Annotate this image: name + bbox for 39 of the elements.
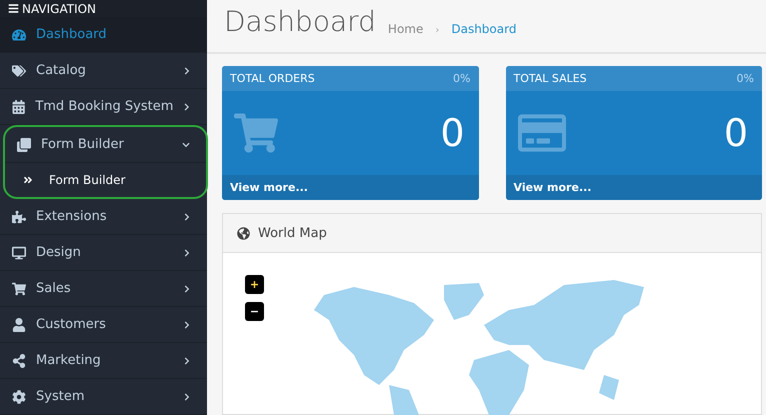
tile-value: 0	[724, 111, 748, 155]
tile-percent: 0%	[453, 72, 470, 85]
sidebar-item[interactable]: Marketing	[0, 343, 207, 379]
menu-icon[interactable]	[8, 3, 19, 14]
sidebar-item[interactable]: Catalog	[0, 53, 207, 89]
tile-title: TOTAL ORDERS	[230, 72, 315, 85]
copy-icon	[17, 138, 31, 152]
user-icon	[12, 318, 26, 332]
sidebar-item[interactable]: Extensions	[0, 199, 207, 235]
sidebar-item[interactable]: Dashboard	[0, 17, 207, 53]
sidebar-item[interactable]: Sales	[0, 271, 207, 307]
globe-icon	[237, 226, 250, 240]
share-icon	[12, 354, 26, 368]
zoom-out-button[interactable]: −	[245, 302, 264, 321]
page-title: Dashboard	[224, 8, 376, 36]
calendar-icon	[12, 100, 26, 114]
sidebar-item[interactable]: Form Builder	[5, 127, 206, 163]
tile-value: 0	[440, 111, 464, 155]
view-more-link[interactable]: View more...	[506, 175, 762, 200]
tile-percent: 0%	[736, 72, 754, 85]
panel-title: World Map	[258, 226, 327, 240]
sidebar-item[interactable]: Customers	[0, 307, 207, 343]
sidebar-item[interactable]: Design	[0, 235, 207, 271]
gauge-icon	[12, 28, 26, 42]
zoom-in-button[interactable]: +	[245, 275, 264, 294]
view-more-link[interactable]: View more...	[222, 175, 478, 200]
submenu-item[interactable]: Form Builder	[5, 163, 206, 197]
puzzle-icon	[12, 210, 26, 224]
monitor-icon	[12, 246, 26, 260]
settings-icon	[12, 390, 26, 404]
sidebar-item[interactable]: Tmd Booking System	[0, 89, 207, 125]
double-chevron-icon	[23, 175, 33, 185]
cart-icon	[12, 282, 26, 296]
tag-icon	[12, 64, 26, 78]
navigation-title: NAVIGATION	[22, 2, 96, 16]
breadcrumb-separator: ›	[435, 25, 440, 36]
cart-icon	[234, 111, 278, 155]
sidebar-item[interactable]: System	[0, 379, 207, 415]
tile-title: TOTAL SALES	[514, 72, 587, 85]
